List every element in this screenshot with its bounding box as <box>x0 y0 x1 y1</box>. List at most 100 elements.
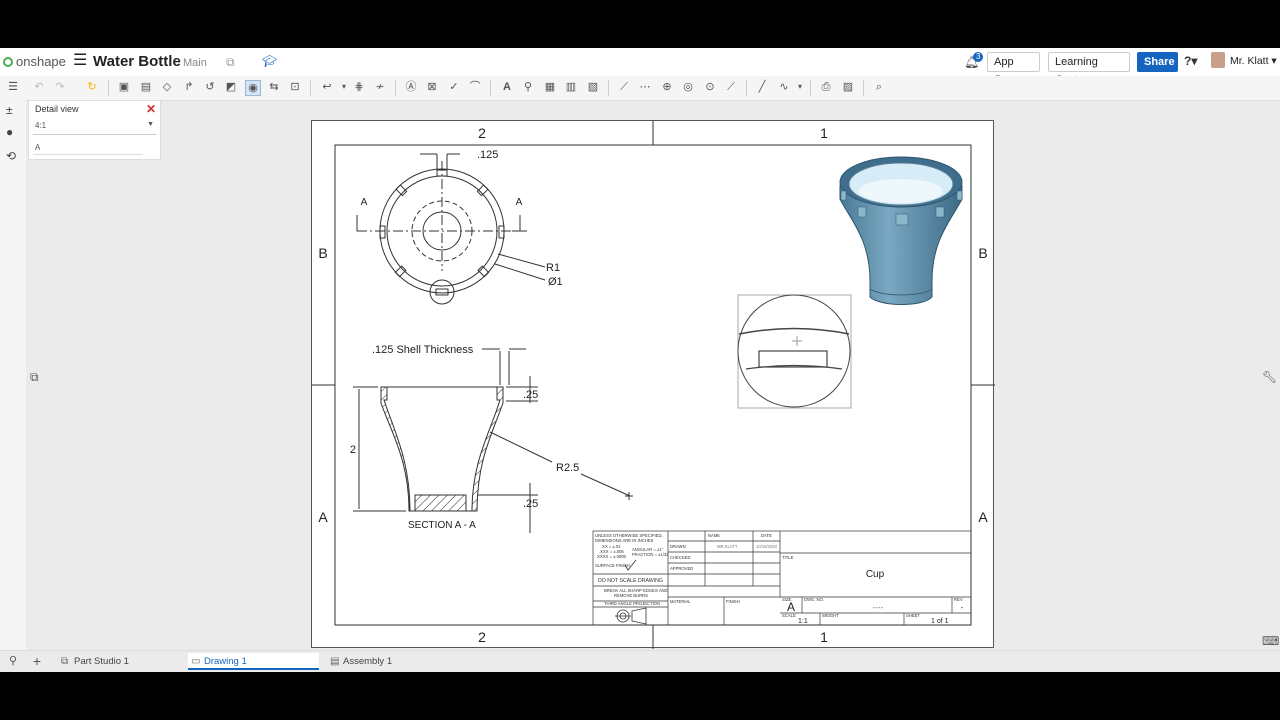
chamfer-icon[interactable]: ⟋ <box>724 80 738 94</box>
assembly-icon: ▤ <box>330 656 340 667</box>
tab-label: Part Studio 1 <box>74 656 129 667</box>
dimension-icon[interactable]: ≁ <box>373 80 387 94</box>
circle-center-icon[interactable]: ◎ <box>681 80 695 94</box>
user-menu[interactable]: Mr. Klatt ▾ <box>1230 55 1277 67</box>
drawing-icon: ▭ <box>191 656 201 667</box>
avatar[interactable] <box>1211 52 1225 68</box>
image-icon[interactable]: ▨ <box>841 80 855 94</box>
branch-label[interactable]: Main <box>183 57 207 69</box>
onshape-logo-icon <box>3 56 13 67</box>
zone-label-right-b: B <box>978 245 987 261</box>
comments-icon[interactable]: ● <box>6 125 13 139</box>
help-panel-icon[interactable]: ⌨ <box>1262 634 1279 648</box>
hatch-icon[interactable]: ⋕ <box>352 80 366 94</box>
hole-table-icon[interactable]: ▧ <box>586 80 600 94</box>
left-rail: ± ● ⟲ <box>0 100 26 650</box>
update-icon[interactable]: ↻ <box>85 80 99 94</box>
add-tab-icon[interactable]: + <box>30 654 44 668</box>
tb-fraction: FRACTION = ±1/32 <box>632 552 669 557</box>
tab-assembly[interactable]: ▤ Assembly 1 <box>327 653 455 670</box>
feature-list-icon[interactable]: ☰ <box>6 80 20 94</box>
spline-dropdown-icon[interactable]: ▾ <box>793 80 807 94</box>
tb-title[interactable]: Cup <box>866 569 885 580</box>
surface-finish-icon[interactable]: ✓ <box>447 80 461 94</box>
spline-icon[interactable]: ∿ <box>777 80 791 94</box>
tab-manager-icon[interactable]: ⚲ <box>6 654 20 668</box>
detail-view-panel: Detail view ✕ 4:1 ▼ A <box>28 100 161 160</box>
redo-icon[interactable]: ↷ <box>53 80 67 94</box>
centerline-icon[interactable]: ↩ <box>320 80 334 94</box>
search-icon[interactable]: ⚲ <box>521 80 535 94</box>
tab-drawing[interactable]: ▭ Drawing 1 <box>188 653 319 670</box>
properties-icon[interactable]: 🔧︎ <box>1262 370 1277 384</box>
insert-view-icon[interactable]: ▣ <box>117 80 131 94</box>
close-icon[interactable]: ✕ <box>146 102 156 116</box>
cup-3d-view[interactable] <box>839 156 963 305</box>
add-icon[interactable]: ± <box>6 103 13 117</box>
export-icon[interactable]: ⎙ <box>819 80 833 94</box>
dim-bottom-thickness[interactable]: .25 <box>523 498 538 510</box>
zoom-icon[interactable]: ⌕ <box>872 80 886 94</box>
line-icon[interactable]: ⟋ <box>617 80 631 94</box>
dim-slot-width[interactable]: .125 <box>477 149 498 161</box>
tb-title-header: TITLE <box>782 555 794 560</box>
tb-drawn: DRAWN <box>670 544 686 549</box>
undo-icon[interactable]: ↶ <box>32 80 46 94</box>
learning-cap-icon[interactable]: 🎓︎ <box>262 54 277 68</box>
section-view-icon[interactable]: ↱ <box>182 80 196 94</box>
menu-icon[interactable]: ☰ <box>73 53 87 69</box>
dim-diameter[interactable]: Ø1 <box>548 276 563 288</box>
tab-part-studio[interactable]: ⧉ Part Studio 1 <box>58 653 182 670</box>
callout-icon[interactable]: ⊠ <box>425 80 439 94</box>
dim-height[interactable]: 2 <box>350 444 356 456</box>
projected-view-icon[interactable]: ▤ <box>139 80 153 94</box>
section-cut-label-right: A <box>516 197 523 208</box>
detail-view-icon[interactable]: ◉ <box>245 80 261 96</box>
weld-icon[interactable]: ⌒ <box>468 80 482 94</box>
bom-icon[interactable]: ▥ <box>564 80 578 94</box>
drawing-toolbar: ☰ ↶ ↷ ↻ ▣ ▤ ◇ ↱ ↺ ◩ ◉ ⇆ ⊡ ↩ ▾ ⋕ ≁ Ⓐ ⊠ ✓ … <box>0 76 1280 101</box>
circle-icon[interactable]: ⊙ <box>703 80 717 94</box>
section-view[interactable] <box>353 348 633 533</box>
table-icon[interactable]: ▦ <box>543 80 557 94</box>
brand-name: onshape <box>16 54 66 69</box>
centerline-dropdown-icon[interactable]: ▾ <box>337 80 351 94</box>
help-icon[interactable]: ?▾ <box>1184 54 1197 68</box>
centerline-point-icon[interactable]: ⋯ <box>638 80 652 94</box>
dim-top-height[interactable]: .25 <box>523 389 538 401</box>
onshape-logo[interactable]: onshape <box>3 54 66 69</box>
drawing-canvas: 2 1 2 1 B A B A .125 A A R1 Ø1 .125 Shel… <box>312 121 995 649</box>
center-mark-icon[interactable]: ⊕ <box>660 80 674 94</box>
text-icon[interactable]: A <box>500 80 514 94</box>
auxiliary-view-icon[interactable]: ◇ <box>160 80 174 94</box>
share-button[interactable]: Share <box>1137 52 1178 72</box>
label-input[interactable]: A <box>33 143 143 155</box>
shell-thickness-note[interactable]: .125 Shell Thickness <box>372 344 474 356</box>
zone-label-top-left: 2 <box>478 125 486 141</box>
tb-checked: CHECKED <box>670 555 690 560</box>
crop-icon[interactable]: ⊡ <box>288 80 302 94</box>
document-title[interactable]: Water Bottle <box>93 53 181 70</box>
dim-radius[interactable]: R2.5 <box>556 462 579 474</box>
drawing-sheet[interactable]: 2 1 2 1 B A B A .125 A A R1 Ø1 .125 Shel… <box>311 120 995 649</box>
scale-select[interactable]: 4:1 ▼ <box>33 121 156 135</box>
tb-drawn-name: MR.KLATT <box>717 544 738 549</box>
history-icon[interactable]: ⟲ <box>6 149 16 163</box>
tb-scale: 1:1 <box>798 618 808 625</box>
document-tabs: ⚲ + ⧉ Part Studio 1 ▭ Drawing 1 ▤ Assemb… <box>0 650 1280 672</box>
top-view[interactable] <box>356 153 546 305</box>
dim-r1[interactable]: R1 <box>546 262 560 274</box>
tb-date-header: DATE <box>761 533 772 538</box>
app-store-button[interactable]: App Store <box>987 52 1040 86</box>
sketch-line-icon[interactable]: ╱ <box>755 80 769 94</box>
aligned-section-icon[interactable]: ↺ <box>203 80 217 94</box>
versions-icon[interactable]: ⧉ <box>226 55 235 70</box>
crop-view-icon[interactable]: ◩ <box>224 80 238 94</box>
note-icon[interactable]: Ⓐ <box>404 80 418 94</box>
tb-dwg-number[interactable]: ---- <box>873 603 884 612</box>
learning-center-button[interactable]: Learning Center <box>1048 52 1130 86</box>
detail-view[interactable] <box>737 294 852 409</box>
onshape-app: onshape ☰ Water Bottle Main ⧉ 🎓︎ 🔔︎ 3 Ap… <box>0 48 1280 672</box>
break-view-icon[interactable]: ⇆ <box>267 80 281 94</box>
sidebar-collapse-icon[interactable]: ⧉ <box>30 370 39 385</box>
